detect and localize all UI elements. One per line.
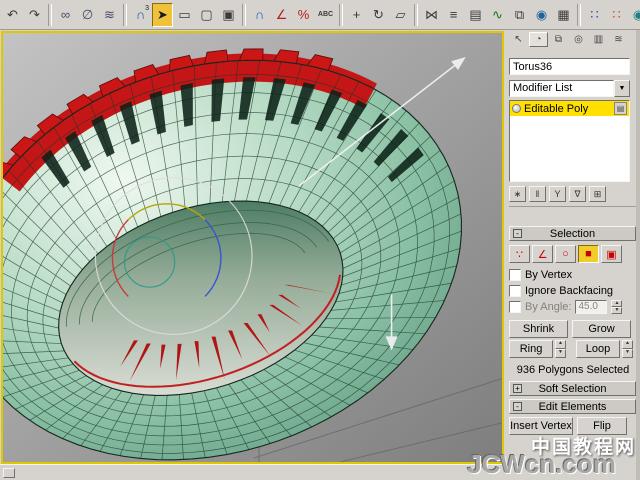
tab-motion[interactable]: ◎ (569, 32, 588, 47)
bind-spacewarp-icon[interactable]: ≋ (99, 3, 120, 27)
move-icon[interactable]: + (346, 3, 367, 27)
viewport-canvas[interactable] (3, 33, 502, 462)
percent-snap-icon[interactable]: % (293, 3, 314, 27)
ring-spinner[interactable]: ▲ ▼ (555, 340, 566, 358)
rollout-edit-elements-title: Edit Elements (538, 400, 607, 413)
main-toolbar: ↶↷∞∅≋∩3➤▭▢▣∩∠%ABC+↻▱⋈≡▤∿⧉◉▦∷∷◉View▼◉ (0, 0, 640, 30)
tab-modify[interactable]: ◔ (529, 32, 548, 47)
subobject-edge-button[interactable]: ∠ (532, 245, 553, 263)
select-by-name-icon[interactable]: ▭ (174, 3, 195, 27)
toolbar-separator (48, 3, 52, 26)
rollout-selection-title: Selection (549, 227, 596, 240)
track-bar (0, 464, 505, 480)
by-angle-value-field: 45.0 (575, 299, 608, 314)
rotate-icon[interactable]: ↻ (368, 3, 389, 27)
crossing-select-icon[interactable]: ▣ (218, 3, 239, 27)
by-vertex-checkbox[interactable] (509, 268, 521, 281)
by-angle-spinner: ▲ ▼ (611, 299, 623, 314)
snap-toggle-icon[interactable]: ∩ 3 (130, 3, 151, 27)
ignore-backfacing-checkbox[interactable] (509, 284, 521, 297)
pin-stack-button[interactable]: ∗ (509, 186, 526, 202)
unlink-icon[interactable]: ∅ (77, 3, 98, 27)
collapse-minus-icon[interactable]: - (513, 229, 522, 238)
select-and-link-icon[interactable]: ∞ (55, 3, 76, 27)
shrink-button[interactable]: Shrink (509, 320, 568, 338)
selection-status: 936 Polygons Selected (516, 364, 630, 376)
redo-icon[interactable]: ↷ (24, 3, 45, 27)
scale-icon[interactable]: ▱ (390, 3, 411, 27)
flip-button[interactable]: Flip (577, 417, 627, 435)
track-dots-icon[interactable]: ∷ (606, 3, 627, 27)
ignore-backfacing-row[interactable]: Ignore Backfacing (509, 284, 637, 297)
configure-stack-button[interactable]: ⊞ (589, 186, 606, 202)
stack-row-icon[interactable]: ▤ (614, 102, 627, 115)
angle-snap-icon[interactable]: ∠ (271, 3, 292, 27)
undo-icon[interactable]: ↶ (2, 3, 23, 27)
remove-modifier-button[interactable]: ∇ (569, 186, 586, 202)
mirror-icon[interactable]: ⋈ (421, 3, 442, 27)
loop-button[interactable]: Loop (576, 340, 620, 358)
ring-button[interactable]: Ring (509, 340, 553, 358)
tab-display[interactable]: ▥ (589, 32, 608, 47)
material-editor-icon[interactable]: ◉ (531, 3, 552, 27)
insert-vertex-button[interactable]: Insert Vertex (509, 417, 573, 435)
stack-tools-row: ∗ ‖ Y ∇ ⊞ (509, 186, 637, 207)
modifier-list-label: Modifier List (509, 80, 614, 97)
by-angle-row: By Angle: 45.0 ▲ ▼ (509, 299, 637, 314)
rollout-soft-selection-title: Soft Selection (538, 382, 607, 395)
chevron-down-icon[interactable]: ▼ (614, 80, 630, 97)
stack-item-editable-poly[interactable]: Editable Poly ▤ (510, 101, 629, 116)
loop-spinner[interactable]: ▲ ▼ (622, 340, 633, 358)
rollout-selection-header[interactable]: - Selection (509, 226, 636, 241)
tab-utilities[interactable]: ≋ (609, 32, 628, 47)
toolbar-separator (339, 3, 343, 26)
subobject-vertex-button[interactable]: ∵ (509, 245, 530, 263)
make-unique-button[interactable]: Y (549, 186, 566, 202)
toolbar-icons: ↶↷∞∅≋∩3➤▭▢▣∩∠%ABC+↻▱⋈≡▤∿⧉◉▦∷∷◉View▼◉ (2, 2, 640, 27)
schematic-view-icon[interactable]: ⧉ (509, 3, 530, 27)
modifier-stack[interactable]: Editable Poly ▤ (509, 100, 630, 182)
by-angle-label: By Angle: (525, 300, 572, 313)
named-selection-icon[interactable]: ∷ (584, 3, 605, 27)
ignore-backfacing-label: Ignore Backfacing (525, 284, 614, 297)
command-panel-tabs: ↖ ◔ ⧉ ◎ ▥ ≋ (509, 32, 637, 48)
3dsmax-window: ↶↷∞∅≋∩3➤▭▢▣∩∠%ABC+↻▱⋈≡▤∿⧉◉▦∷∷◉View▼◉ (0, 0, 640, 480)
render-setup-icon[interactable]: ▦ (553, 3, 574, 27)
perspective-viewport[interactable] (1, 31, 504, 464)
toolbar-separator (414, 3, 418, 26)
rollout-edit-elements-header[interactable]: - Edit Elements (509, 399, 636, 414)
tab-create[interactable]: ↖ (509, 32, 528, 47)
toolbar-separator (242, 3, 246, 26)
curve-editor-icon[interactable]: ∿ (487, 3, 508, 27)
grow-button[interactable]: Grow (572, 320, 631, 338)
show-end-result-button[interactable]: ‖ (529, 186, 546, 202)
command-panel: ↖◔⧉◎▥≋ Modifier List ▼ Editable Poly ▤ ∗… (505, 30, 640, 480)
panel-scrollbar[interactable] (636, 30, 640, 480)
visibility-bulb-icon[interactable] (512, 104, 521, 113)
collapse-minus-icon[interactable]: - (513, 402, 522, 411)
select-object-icon[interactable]: ➤ (152, 2, 173, 27)
by-vertex-label: By Vertex (525, 268, 573, 281)
toolbar-separator (123, 3, 127, 26)
magnet-snap-icon[interactable]: ∩ (249, 3, 270, 27)
collapse-plus-icon[interactable]: + (513, 384, 522, 393)
trackbar-button[interactable] (3, 468, 15, 478)
rollout-soft-selection-header[interactable]: + Soft Selection (509, 381, 636, 396)
modifier-list-dropdown[interactable]: Modifier List ▼ (509, 80, 630, 97)
toolbar-separator (577, 3, 581, 26)
subobject-border-button[interactable]: ○ (555, 245, 576, 263)
align-icon[interactable]: ≡ (443, 3, 464, 27)
subobject-element-button[interactable]: ▣ (601, 245, 622, 263)
abc-sort-icon[interactable]: ABC (315, 3, 336, 27)
render-type-icon[interactable]: ◉ (628, 3, 640, 27)
layers-icon[interactable]: ▤ (465, 3, 486, 27)
region-select-icon[interactable]: ▢ (196, 3, 217, 27)
subobject-polygon-button[interactable]: ■ (578, 245, 599, 263)
tab-hierarchy[interactable]: ⧉ (549, 32, 568, 47)
by-angle-checkbox (509, 300, 521, 313)
by-vertex-row[interactable]: By Vertex (509, 268, 637, 281)
stack-item-label: Editable Poly (524, 102, 589, 115)
subobject-mode-row: ∵ ∠ ○ ■ ▣ (509, 245, 637, 263)
object-name-field[interactable] (509, 58, 630, 75)
